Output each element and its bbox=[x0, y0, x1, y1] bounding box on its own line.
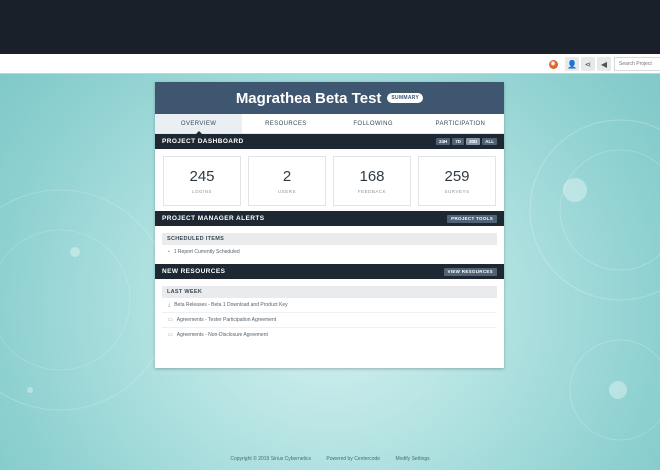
speaker-icon: ◀ bbox=[600, 59, 608, 69]
copyright-text: Copyright © 2019 Sirius Cybernetics bbox=[230, 456, 312, 462]
stat-feedback[interactable]: 168 FEEDBACK bbox=[333, 156, 411, 206]
sound-button[interactable]: ◀ bbox=[597, 57, 611, 71]
stat-logins[interactable]: 245 LOGINS bbox=[163, 156, 241, 206]
stat-label: FEEDBACK bbox=[357, 189, 387, 194]
resources-title: NEW RESOURCES bbox=[162, 268, 226, 275]
project-tabs: OVERVIEW RESOURCES FOLLOWING PARTICIPATI… bbox=[155, 114, 504, 134]
search-input[interactable] bbox=[614, 57, 660, 71]
filter-7d[interactable]: 7D bbox=[452, 138, 464, 145]
list-item[interactable]: • 1 Report Currently Scheduled bbox=[162, 245, 497, 260]
dashboard-title: PROJECT DASHBOARD bbox=[162, 138, 244, 145]
rss-button[interactable]: ◉ bbox=[546, 57, 560, 71]
tab-participation[interactable]: PARTICIPATION bbox=[417, 114, 504, 133]
footer: Copyright © 2019 Sirius Cybernetics Powe… bbox=[0, 456, 660, 462]
bullet-icon: • bbox=[168, 249, 170, 255]
user-icon: 👤 bbox=[567, 59, 577, 69]
project-header: Magrathea Beta Test SUMMARY bbox=[155, 82, 504, 114]
resources-section-header: NEW RESOURCES VIEW RESOURCES bbox=[155, 264, 504, 279]
filter-24h[interactable]: 24H bbox=[435, 138, 451, 145]
resource-item-text: Agreements - Non-Disclosure Agreement bbox=[176, 332, 268, 338]
last-week-heading: LAST WEEK bbox=[162, 286, 497, 298]
document-icon: ▭ bbox=[168, 332, 173, 338]
alert-item-text: 1 Report Currently Scheduled bbox=[173, 249, 240, 255]
filter-30d[interactable]: 30D bbox=[465, 138, 481, 145]
stat-users[interactable]: 2 USERS bbox=[248, 156, 326, 206]
view-resources-button[interactable]: VIEW RESOURCES bbox=[443, 267, 497, 276]
stat-label: SURVEYS bbox=[444, 189, 470, 194]
top-bar bbox=[0, 0, 660, 54]
alerts-section-header: PROJECT MANAGER ALERTS PROJECT TOOLS bbox=[155, 211, 504, 226]
tab-following[interactable]: FOLLOWING bbox=[330, 114, 417, 133]
download-icon: ⤓ bbox=[168, 302, 171, 308]
tab-overview[interactable]: OVERVIEW bbox=[155, 114, 243, 134]
project-tools-button[interactable]: PROJECT TOOLS bbox=[447, 214, 497, 223]
rss-icon: ◉ bbox=[548, 59, 558, 69]
stat-value: 245 bbox=[189, 168, 215, 185]
project-title: Magrathea Beta Test bbox=[235, 89, 382, 107]
dashboard-section-header: PROJECT DASHBOARD 24H 7D 30D ALL bbox=[155, 134, 504, 149]
user-button[interactable]: 👤 bbox=[565, 57, 579, 71]
document-icon: ▭ bbox=[168, 317, 173, 323]
project-summary-panel: Magrathea Beta Test SUMMARY OVERVIEW RES… bbox=[155, 82, 504, 368]
alerts-title: PROJECT MANAGER ALERTS bbox=[162, 215, 265, 222]
modify-settings-link[interactable]: Modify Settings bbox=[395, 456, 429, 462]
share-icon: ⋖ bbox=[584, 59, 592, 69]
stat-surveys[interactable]: 259 SURVEYS bbox=[418, 156, 496, 206]
list-item[interactable]: ▭ Agreements - Tester Participation Agree… bbox=[162, 313, 497, 328]
stat-value: 168 bbox=[359, 168, 385, 185]
scheduled-items-heading: SCHEDULED ITEMS bbox=[162, 233, 497, 245]
resource-item-text: Agreements - Tester Participation Agreem… bbox=[176, 317, 277, 323]
filter-all[interactable]: ALL bbox=[482, 138, 497, 145]
list-item[interactable]: ⤓ Beta Releases - Beta 1 Download and Pro… bbox=[162, 298, 497, 313]
powered-by-link[interactable]: Powered by Centercode bbox=[326, 456, 380, 462]
stat-label: LOGINS bbox=[191, 189, 212, 194]
stat-value: 259 bbox=[444, 168, 470, 185]
dashboard-stats: 245 LOGINS 2 USERS 168 FEEDBACK 259 SURV… bbox=[155, 149, 504, 211]
tab-resources[interactable]: RESOURCES bbox=[242, 114, 329, 133]
toolbar: ◉ 👤 ⋖ ◀ bbox=[0, 54, 660, 74]
time-filters: 24H 7D 30D ALL bbox=[435, 138, 497, 145]
stat-value: 2 bbox=[282, 168, 292, 185]
resource-item-text: Beta Releases - Beta 1 Download and Prod… bbox=[174, 302, 288, 308]
summary-badge[interactable]: SUMMARY bbox=[387, 93, 424, 103]
share-button[interactable]: ⋖ bbox=[581, 57, 595, 71]
list-item[interactable]: ▭ Agreements - Non-Disclosure Agreement bbox=[162, 328, 497, 343]
stat-label: USERS bbox=[277, 189, 296, 194]
